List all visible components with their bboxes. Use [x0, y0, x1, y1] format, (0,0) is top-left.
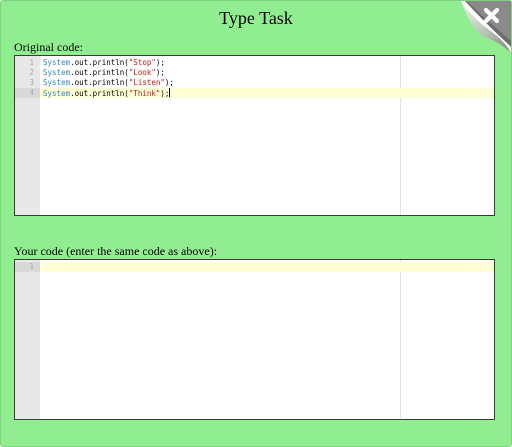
end-token: ); — [164, 78, 174, 87]
original-code-editor[interactable]: 1 System.out.println("Stop"); 2 System.o… — [14, 55, 495, 216]
method-token: .out.println( — [70, 58, 129, 67]
close-icon — [461, 1, 511, 53]
your-code-label: Your code (enter the same code as above)… — [14, 244, 218, 258]
original-code-label: Original code: — [14, 40, 83, 54]
line-number: 2 — [29, 68, 34, 77]
close-button[interactable] — [455, 1, 511, 53]
text-cursor — [169, 88, 171, 97]
dialog-title: Type Task — [219, 8, 293, 28]
class-token: System — [43, 89, 71, 98]
method-token: .out.println( — [70, 68, 129, 77]
line-number: 4 — [15, 88, 40, 98]
type-task-dialog: Type Task Original code: 1 System.out.pr… — [0, 0, 512, 447]
string-token: "Think" — [128, 89, 161, 98]
line-number-gutter — [15, 260, 40, 419]
string-token: "Listen" — [128, 78, 165, 87]
class-token: System — [43, 58, 71, 67]
code-line-active: 4 System.out.println("Think"); — [15, 88, 494, 98]
class-token: System — [43, 78, 71, 87]
method-token: .out.println( — [70, 89, 129, 98]
class-token: System — [43, 68, 71, 77]
end-token: ); — [155, 68, 165, 77]
code-line: 2 System.out.println("Look"); — [15, 68, 494, 78]
end-token: ); — [155, 58, 165, 67]
code-line-active: 1 — [15, 262, 494, 272]
string-token: "Look" — [128, 68, 156, 77]
code-line: 3 System.out.println("Listen"); — [15, 78, 494, 88]
print-margin — [400, 260, 401, 419]
method-token: .out.println( — [70, 78, 129, 87]
string-token: "Stop" — [128, 58, 156, 67]
line-number: 1 — [29, 58, 34, 67]
your-code-editor[interactable]: 1 — [14, 259, 495, 420]
line-number: 3 — [29, 78, 34, 87]
end-token: ); — [160, 89, 170, 98]
line-number: 1 — [15, 262, 40, 272]
code-line: 1 System.out.println("Stop"); — [15, 58, 494, 68]
